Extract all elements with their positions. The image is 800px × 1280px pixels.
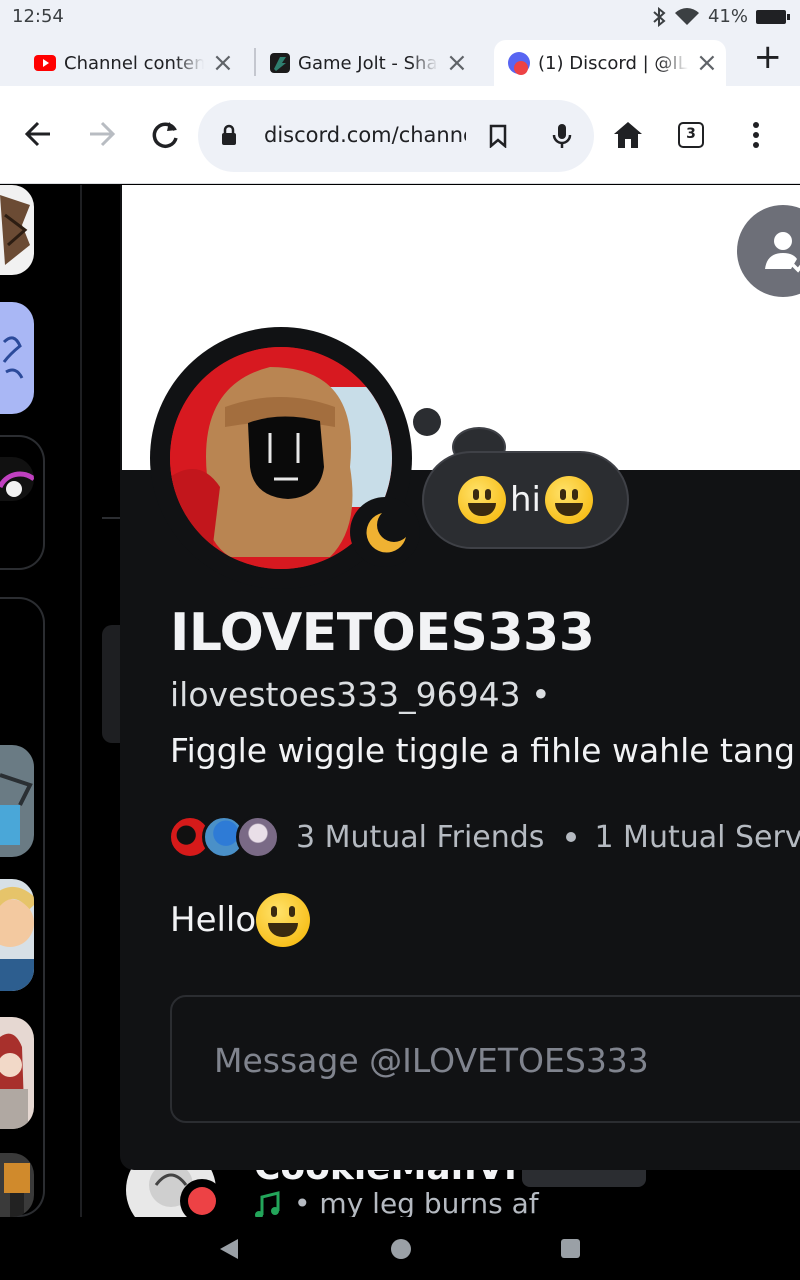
display-name: ILOVETOES333 xyxy=(170,603,595,663)
profile-note: Hello xyxy=(170,893,311,947)
browser-toolbar: discord.com/channels/@me 3 xyxy=(0,86,800,184)
bookmark-icon[interactable] xyxy=(488,124,508,148)
custom-status-text: hi xyxy=(510,480,541,520)
separator-dot xyxy=(566,832,577,842)
battery-percent: 41% xyxy=(707,6,748,27)
close-tab-icon[interactable]: × xyxy=(212,50,234,76)
discord-page: CookieManVr • my leg burns af xyxy=(0,185,800,1217)
back-icon[interactable] xyxy=(18,114,58,154)
new-tab-icon[interactable]: + xyxy=(754,40,783,74)
smiley-emoji-icon xyxy=(256,893,311,947)
navigation-bar xyxy=(0,1217,800,1280)
server-icon[interactable] xyxy=(0,302,34,414)
username[interactable]: ilovestoes333_96943 • xyxy=(170,675,551,714)
smiley-emoji-icon xyxy=(545,476,593,524)
nav-home-icon[interactable] xyxy=(391,1239,411,1259)
status-indicator xyxy=(180,1179,224,1217)
user-profile-popout: hi ILOVETOES333 ilovestoes333_96943 • Fi… xyxy=(120,185,800,1170)
server-icon[interactable] xyxy=(0,1017,34,1129)
close-tab-icon[interactable]: × xyxy=(446,50,468,76)
server-icon[interactable] xyxy=(0,185,34,275)
status-bar: 12:54 41% xyxy=(0,0,800,32)
tab-strip: Channel content - YouTube Studio × Game … xyxy=(0,32,800,86)
nav-recents-icon[interactable] xyxy=(561,1239,580,1258)
youtube-icon xyxy=(34,55,56,71)
screen: 12:54 41% Channel content - YouTube Stud… xyxy=(0,0,800,1280)
music-note-icon xyxy=(255,1191,280,1217)
wifi-icon xyxy=(674,7,699,25)
discord-icon xyxy=(508,52,530,75)
tab-title: Game Jolt - Share your creations xyxy=(298,52,438,74)
server-icon[interactable] xyxy=(0,745,34,857)
server-icon[interactable] xyxy=(0,879,34,991)
member-status-text: • my leg burns af xyxy=(294,1187,539,1217)
tab-title: (1) Discord | @ILOVETOES333 xyxy=(538,52,688,74)
custom-status-bubble[interactable]: hi xyxy=(422,451,629,549)
tab-youtube-studio[interactable]: Channel content - YouTube Studio × xyxy=(34,40,246,86)
reload-icon[interactable] xyxy=(145,114,185,154)
battery-icon xyxy=(756,9,790,24)
thought-bubble-dot xyxy=(413,408,441,436)
nav-back-icon[interactable] xyxy=(220,1239,238,1259)
more-menu-icon[interactable] xyxy=(746,120,766,150)
gamejolt-icon xyxy=(270,53,290,73)
tab-switcher-button[interactable]: 3 xyxy=(678,122,704,148)
message-input[interactable] xyxy=(214,1035,800,1085)
server-icon[interactable] xyxy=(0,1153,34,1217)
channel-column-edge xyxy=(80,185,82,1217)
moon-icon xyxy=(366,513,406,553)
lock-icon xyxy=(222,124,236,145)
profile-avatar-frame xyxy=(150,327,420,589)
clock: 12:54 xyxy=(12,6,64,27)
mutual-friends-link[interactable]: 3 Mutual Friends xyxy=(296,820,544,855)
server-folder[interactable] xyxy=(0,435,45,570)
bluetooth-icon xyxy=(653,6,666,27)
forward-icon[interactable] xyxy=(82,114,122,154)
server-icon[interactable] xyxy=(0,457,34,501)
home-icon[interactable] xyxy=(612,120,644,150)
tab-title: Channel content - YouTube Studio xyxy=(64,52,204,74)
url-text[interactable]: discord.com/channels/@me xyxy=(264,123,466,147)
microphone-icon[interactable] xyxy=(550,122,574,150)
message-box[interactable] xyxy=(170,995,800,1123)
tab-game-jolt[interactable]: Game Jolt - Share your creations × xyxy=(270,40,482,86)
close-tab-icon[interactable]: × xyxy=(696,50,718,76)
tab-divider xyxy=(254,48,256,76)
mutual-servers-link[interactable]: 1 Mutual Servers xyxy=(594,820,800,855)
smiley-emoji-icon xyxy=(458,476,506,524)
mutuals-row[interactable]: 3 Mutual Friends 1 Mutual Servers xyxy=(168,813,800,861)
note-text: Hello xyxy=(170,900,257,940)
tab-discord[interactable]: (1) Discord | @ILOVETOES333 × xyxy=(494,40,726,86)
user-check-icon xyxy=(765,232,800,273)
address-bar[interactable]: discord.com/channels/@me xyxy=(198,100,594,172)
status-icons: 41% xyxy=(652,6,790,27)
mutual-friend-avatar xyxy=(236,815,280,859)
idle-status-indicator xyxy=(350,497,420,567)
profile-bio: Figgle wiggle tiggle a fihle wahle tang xyxy=(170,731,796,770)
